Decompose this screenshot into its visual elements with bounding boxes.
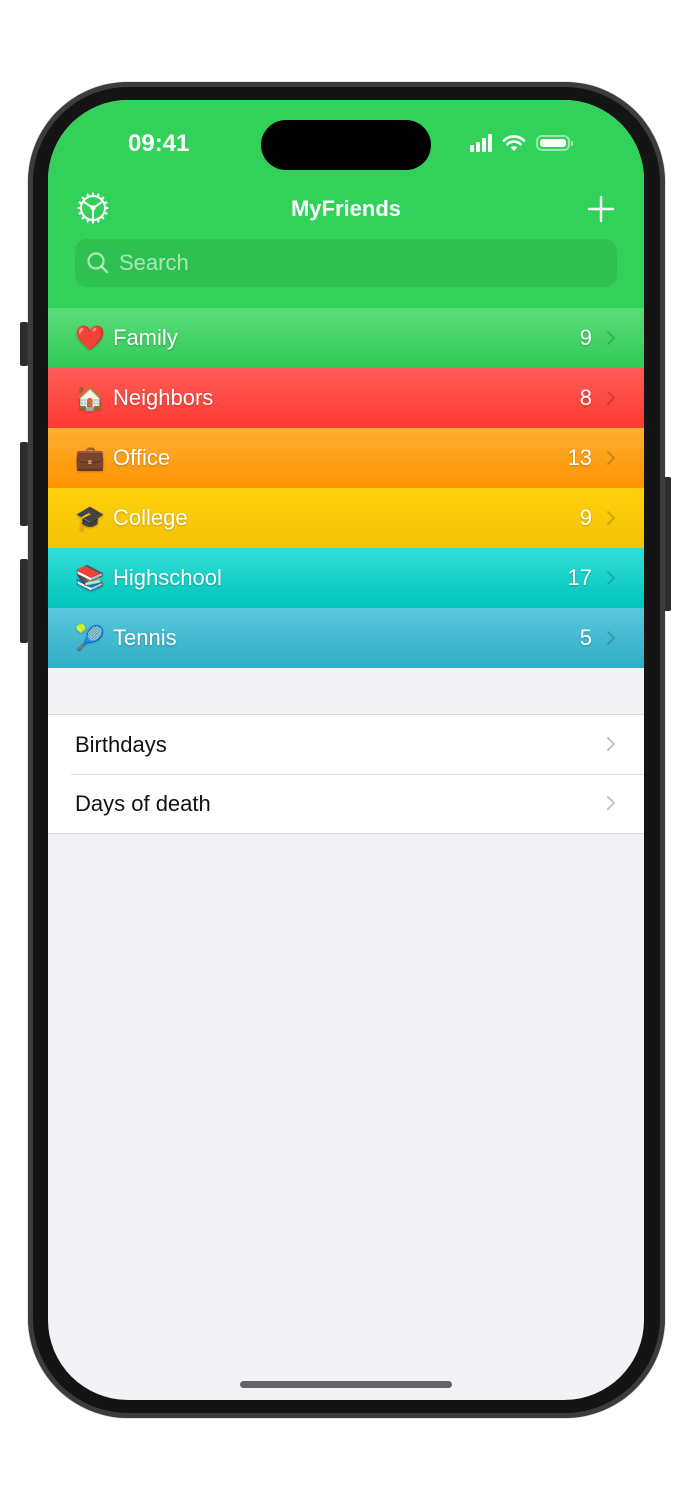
chevron-right-icon (607, 631, 616, 645)
chevron-right-icon (607, 737, 616, 751)
group-label: College (113, 505, 188, 530)
group-count: 9 (579, 505, 592, 530)
group-count: 13 (567, 445, 592, 470)
list-item-days-of-death[interactable]: Days of death (48, 774, 644, 833)
house-icon: 🏠 (75, 384, 105, 412)
chevron-right-icon (607, 391, 616, 405)
dynamic-island (261, 120, 431, 170)
cellular-signal-icon (470, 134, 492, 152)
home-indicator[interactable] (240, 1381, 452, 1388)
screen: 09:41 MyFriends Search ❤️ Family 9 🏠 Nei… (48, 100, 644, 1400)
group-count: 9 (579, 325, 592, 350)
search-input[interactable] (117, 249, 601, 277)
group-label: Family (113, 325, 178, 350)
group-label: Tennis (113, 625, 177, 650)
group-row-neighbors[interactable]: 🏠 Neighbors 8 (48, 368, 644, 428)
status-icons (470, 134, 573, 152)
heart-icon: ❤️ (75, 324, 105, 352)
group-row-tennis[interactable]: 🎾 Tennis 5 (48, 608, 644, 668)
group-row-family[interactable]: ❤️ Family 9 (48, 308, 644, 368)
plus-icon[interactable] (586, 194, 616, 224)
chevron-right-icon (607, 331, 616, 345)
page-title: MyFriends (290, 196, 402, 221)
chevron-right-icon (607, 451, 616, 465)
graduation-cap-icon: 🎓 (75, 504, 105, 532)
briefcase-icon: 💼 (75, 444, 105, 472)
volume-down-button[interactable] (20, 559, 28, 643)
group-row-highschool[interactable]: 📚 Highschool 17 (48, 548, 644, 608)
group-label: Highschool (113, 565, 222, 590)
action-button[interactable] (20, 322, 28, 366)
tennis-ball-icon: 🎾 (75, 624, 105, 652)
group-count: 8 (579, 385, 592, 410)
header: 09:41 MyFriends Search (48, 100, 644, 308)
group-row-office[interactable]: 💼 Office 13 (48, 428, 644, 488)
group-count: 5 (579, 625, 592, 650)
search-bar[interactable] (75, 239, 617, 287)
group-row-college[interactable]: 🎓 College 9 (48, 488, 644, 548)
chevron-right-icon (607, 796, 616, 810)
chevron-right-icon (607, 571, 616, 585)
group-count: 17 (567, 565, 592, 590)
wifi-icon (502, 135, 526, 151)
list-label: Birthdays (75, 731, 167, 757)
volume-up-button[interactable] (20, 442, 28, 526)
status-time: 09:41 (128, 130, 190, 157)
list-item-birthdays[interactable]: Birthdays (48, 715, 644, 774)
books-icon: 📚 (75, 564, 105, 592)
list-label: Days of death (75, 790, 211, 816)
search-icon (87, 252, 109, 274)
battery-icon (536, 135, 573, 151)
chevron-right-icon (607, 511, 616, 525)
group-label: Office (113, 445, 171, 470)
group-label: Neighbors (113, 385, 214, 410)
group-list: ❤️ Family 9 🏠 Neighbors 8 💼 Office 13 🎓 … (48, 308, 644, 668)
special-lists: Birthdays Days of death (48, 714, 644, 834)
